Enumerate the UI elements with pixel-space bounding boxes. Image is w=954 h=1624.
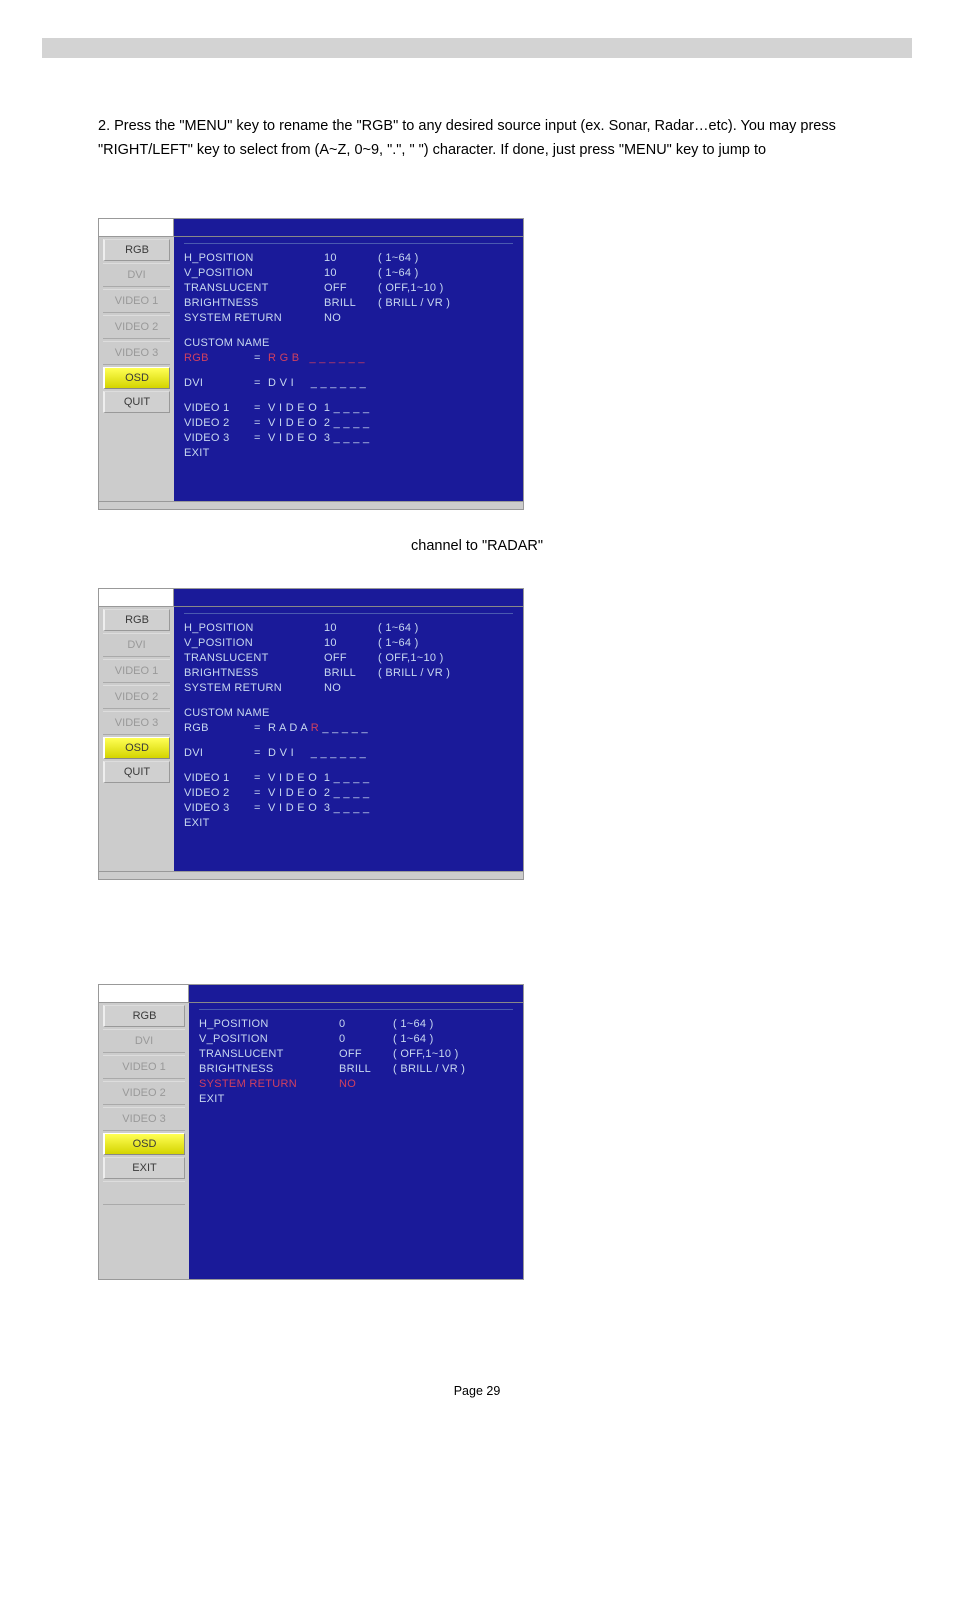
row-brightness: BRIGHTNESSBRILL( BRILL / VR )	[184, 665, 513, 680]
row-vposition: V_POSITION0( 1~64 )	[199, 1031, 513, 1046]
header-bar	[42, 38, 912, 58]
sidebar-item-rgb[interactable]: RGB	[103, 1005, 185, 1027]
osd-sidebar: RGB DVI VIDEO 1 VIDEO 2 VIDEO 3 OSD QUIT	[99, 607, 174, 871]
sidebar-item-blank	[103, 1181, 185, 1205]
row-brightness: BRIGHTNESSBRILL( BRILL / VR )	[199, 1061, 513, 1076]
custom-name-dvi: DVI=D V I _ _ _ _ _ _	[184, 745, 513, 760]
sidebar-item-osd[interactable]: OSD	[103, 367, 170, 389]
row-hposition: H_POSITION10( 1~64 )	[184, 620, 513, 635]
osd-screenshot-1: RGB DVI VIDEO 1 VIDEO 2 VIDEO 3 OSD QUIT…	[98, 218, 524, 510]
row-system-return: SYSTEM RETURNNO	[184, 680, 513, 695]
osd-main-panel: H_POSITION10( 1~64 ) V_POSITION10( 1~64 …	[174, 607, 523, 871]
custom-name-video2: VIDEO 2=V I D E O 2 _ _ _ _	[184, 785, 513, 800]
sidebar-item-video3[interactable]: VIDEO 3	[103, 341, 170, 365]
custom-name-rgb: RGB=R G B _ _ _ _ _ _	[184, 350, 513, 365]
osd-screenshot-3: RGB DVI VIDEO 1 VIDEO 2 VIDEO 3 OSD EXIT…	[98, 984, 524, 1280]
sidebar-item-dvi[interactable]: DVI	[103, 633, 170, 657]
custom-name-video2: VIDEO 2=V I D E O 2 _ _ _ _	[184, 415, 513, 430]
custom-name-exit[interactable]: EXIT	[184, 815, 513, 830]
row-vposition: V_POSITION10( 1~64 )	[184, 635, 513, 650]
osd-main-panel: H_POSITION0( 1~64 ) V_POSITION0( 1~64 ) …	[189, 1003, 523, 1279]
osd-screenshot-2: RGB DVI VIDEO 1 VIDEO 2 VIDEO 3 OSD QUIT…	[98, 588, 524, 880]
osd-sidebar: RGB DVI VIDEO 1 VIDEO 2 VIDEO 3 OSD EXIT	[99, 1003, 189, 1279]
sidebar-item-dvi[interactable]: DVI	[103, 1029, 185, 1053]
sidebar-item-quit[interactable]: QUIT	[103, 391, 170, 413]
sidebar-item-dvi[interactable]: DVI	[103, 263, 170, 287]
row-vposition: V_POSITION10( 1~64 )	[184, 265, 513, 280]
osd-main-panel: H_POSITION10( 1~64 ) V_POSITION10( 1~64 …	[174, 237, 523, 501]
row-translucent: TRANSLUCENTOFF( OFF,1~10 )	[184, 650, 513, 665]
sidebar-item-exit[interactable]: EXIT	[103, 1157, 185, 1179]
custom-name-dvi: DVI=D V I _ _ _ _ _ _	[184, 375, 513, 390]
sidebar-item-video1[interactable]: VIDEO 1	[103, 1055, 185, 1079]
row-system-return: SYSTEM RETURNNO	[184, 310, 513, 325]
osd-sidebar: RGB DVI VIDEO 1 VIDEO 2 VIDEO 3 OSD QUIT	[99, 237, 174, 501]
instruction-text: 2. Press the "MENU" key to rename the "R…	[98, 114, 856, 162]
sidebar-item-osd[interactable]: OSD	[103, 737, 170, 759]
row-translucent: TRANSLUCENTOFF( OFF,1~10 )	[184, 280, 513, 295]
caption-radar: channel to "RADAR"	[98, 538, 856, 554]
sidebar-item-rgb[interactable]: RGB	[103, 609, 170, 631]
sidebar-item-video2[interactable]: VIDEO 2	[103, 685, 170, 709]
row-translucent: TRANSLUCENTOFF( OFF,1~10 )	[199, 1046, 513, 1061]
titlebar-left	[99, 985, 189, 1003]
custom-name-video1: VIDEO 1=V I D E O 1 _ _ _ _	[184, 770, 513, 785]
sidebar-item-quit[interactable]: QUIT	[103, 761, 170, 783]
custom-name-video3: VIDEO 3=V I D E O 3 _ _ _ _	[184, 800, 513, 815]
titlebar-right	[189, 985, 523, 1003]
row-exit[interactable]: EXIT	[199, 1091, 513, 1106]
row-brightness: BRIGHTNESSBRILL( BRILL / VR )	[184, 295, 513, 310]
titlebar-right	[174, 589, 523, 607]
sidebar-item-video1[interactable]: VIDEO 1	[103, 289, 170, 313]
titlebar-right	[174, 219, 523, 237]
sidebar-item-video3[interactable]: VIDEO 3	[103, 711, 170, 735]
sidebar-item-video1[interactable]: VIDEO 1	[103, 659, 170, 683]
row-hposition: H_POSITION0( 1~64 )	[199, 1016, 513, 1031]
custom-name-header: CUSTOM NAME	[184, 705, 513, 720]
bottom-strip	[99, 501, 523, 509]
sidebar-item-video3[interactable]: VIDEO 3	[103, 1107, 185, 1131]
sidebar-item-video2[interactable]: VIDEO 2	[103, 315, 170, 339]
custom-name-video3: VIDEO 3=V I D E O 3 _ _ _ _	[184, 430, 513, 445]
sidebar-item-rgb[interactable]: RGB	[103, 239, 170, 261]
sidebar-item-video2[interactable]: VIDEO 2	[103, 1081, 185, 1105]
titlebar-left	[99, 219, 174, 237]
bottom-strip	[99, 871, 523, 879]
titlebar-left	[99, 589, 174, 607]
row-hposition: H_POSITION10( 1~64 )	[184, 250, 513, 265]
page-number: Page 29	[98, 1384, 856, 1398]
custom-name-header: CUSTOM NAME	[184, 335, 513, 350]
row-system-return: SYSTEM RETURNNO	[199, 1076, 513, 1091]
page-content: 2. Press the "MENU" key to rename the "R…	[0, 58, 954, 1428]
custom-name-video1: VIDEO 1=V I D E O 1 _ _ _ _	[184, 400, 513, 415]
custom-name-rgb: RGB=R A D A R _ _ _ _ _	[184, 720, 513, 735]
sidebar-item-osd[interactable]: OSD	[103, 1133, 185, 1155]
custom-name-exit[interactable]: EXIT	[184, 445, 513, 460]
